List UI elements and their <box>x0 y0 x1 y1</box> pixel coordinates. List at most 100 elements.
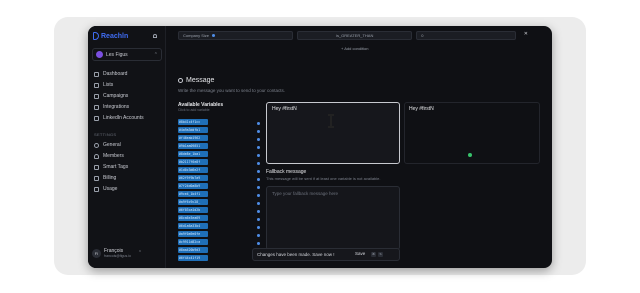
variable-chip[interactable]: #7f24d0a8b9 <box>178 183 208 189</box>
variable-chip[interactable]: #b2117f6e8f <box>178 159 208 165</box>
user-email: francois@figus.io <box>104 254 131 258</box>
variable-chip[interactable]: #f46eab1962 <box>178 135 208 141</box>
sidebar-item-integrations[interactable]: Integrations <box>94 103 129 111</box>
unsaved-changes-bar: Changes have been made. Save now ! Save … <box>252 248 400 261</box>
shortcut-key: S <box>378 252 383 257</box>
variable-chip[interactable]: #c9911d82ca <box>178 239 208 245</box>
status-dot-icon <box>257 234 260 237</box>
usage-icon <box>94 186 99 192</box>
save-button[interactable]: Save <box>355 251 365 256</box>
billing-icon <box>94 175 99 181</box>
sidebar-item-label: Campaigns <box>103 93 129 99</box>
logo-text: Reachln <box>101 32 129 40</box>
sidebar-item-campaigns[interactable]: Campaigns <box>94 92 128 100</box>
tag-icon <box>94 164 99 170</box>
bell-icon[interactable] <box>153 34 157 38</box>
status-dot-icon <box>257 154 260 157</box>
sidebar-item-label: Integrations <box>103 104 130 110</box>
message-preview: Hey #firstN <box>404 102 540 164</box>
members-icon <box>94 153 99 159</box>
variables-list: #8b41c4f1cc #4a9a3ddfb1 #f46eab1962 #9b1… <box>178 119 208 263</box>
sidebar-item-usage[interactable]: Usage <box>94 185 117 193</box>
filter-value: 0 <box>421 33 424 38</box>
variable-chip[interactable]: #6f03ca1d2b <box>178 207 208 213</box>
message-icon <box>178 78 183 83</box>
campaigns-icon <box>94 93 99 99</box>
variable-chip[interactable]: #6f44c41f19 <box>178 255 208 261</box>
sidebar-item-billing[interactable]: Billing <box>94 174 116 182</box>
lists-icon <box>94 82 99 88</box>
variable-chip[interactable]: #8de8e_1ba1 <box>178 151 208 157</box>
variable-chip[interactable]: #9ce4_1b4f1 <box>178 191 208 197</box>
variable-chip[interactable]: #a9f0a9e0fe <box>178 231 208 237</box>
fallback-message-input[interactable]: Type your fallback message here <box>266 186 400 250</box>
status-dot-icon <box>257 194 260 197</box>
variable-chip[interactable]: #1d0c3d6e2f <box>178 167 208 173</box>
workspace-avatar <box>96 51 103 58</box>
settings-section-label: SETTINGS <box>94 132 117 137</box>
message-section-title: Message <box>178 77 214 84</box>
filter-row: Company Size is_GREATER_THAN 0 ✕ <box>178 31 528 40</box>
logo-icon <box>93 32 99 40</box>
sidebar-item-label: Billing <box>103 175 117 181</box>
filter-operator-value: is_GREATER_THAN <box>336 33 374 38</box>
status-dot-icon <box>257 202 260 205</box>
text-cursor-icon <box>328 114 334 128</box>
status-dot-icon <box>257 210 260 213</box>
filter-operator-select[interactable]: is_GREATER_THAN <box>297 31 413 40</box>
app-logo[interactable]: Reachln <box>93 32 128 40</box>
sidebar-item-members[interactable]: Members <box>94 152 124 160</box>
text-cursor-cap-bottom <box>328 126 334 128</box>
status-dot-icon <box>257 162 260 165</box>
fallback-subtitle: This message will be sent if at least on… <box>266 176 381 181</box>
dashboard-icon <box>94 71 99 77</box>
variable-chip[interactable]: #8b41c4f1cc <box>178 119 208 125</box>
message-subtitle: Write the message you want to send to yo… <box>178 88 285 93</box>
user-menu[interactable]: FI François francois@figus.io ⌃ <box>92 248 142 258</box>
add-condition-button[interactable]: + Add condition <box>341 46 368 51</box>
app-window: Reachln Les Figus ⌃ Dashboard Lists Camp… <box>88 26 552 268</box>
sidebar-item-general[interactable]: General <box>94 141 121 149</box>
variable-chip[interactable]: #6d1a6a33b4 <box>178 223 208 229</box>
sidebar-item-lists[interactable]: Lists <box>94 81 113 89</box>
filter-field-select[interactable]: Company Size <box>178 31 294 40</box>
status-dot-icon <box>257 130 260 133</box>
status-dot-icon <box>257 218 260 221</box>
variable-chip[interactable]: #62f9f9b7a9 <box>178 175 208 181</box>
message-editor[interactable]: Hey #firstN <box>266 102 400 164</box>
sidebar-item-label: Dashboard <box>103 71 128 77</box>
variable-chip[interactable]: #8aa420b9d3 <box>178 247 208 253</box>
sidebar-item-label: Members <box>103 153 124 159</box>
filter-value-input[interactable]: 0 <box>416 31 516 40</box>
status-dot-icon <box>257 226 260 229</box>
variable-chip[interactable]: #9b1aa09851 <box>178 143 208 149</box>
main-content: Company Size is_GREATER_THAN 0 ✕ + Add c… <box>166 26 552 268</box>
integrations-icon <box>94 104 99 110</box>
sidebar-item-linkedin-accounts[interactable]: LinkedIn Accounts <box>94 114 144 122</box>
status-dot-icon <box>257 122 260 125</box>
status-dot-icon <box>257 178 260 181</box>
variable-chip[interactable]: #4a9a3ddfb1 <box>178 127 208 133</box>
variable-status-dots <box>257 122 260 250</box>
sidebar-item-label: Smart Tags <box>103 164 129 170</box>
close-icon[interactable]: ✕ <box>524 31 528 40</box>
status-dot-icon <box>257 242 260 245</box>
sidebar-item-label: Usage <box>103 186 118 192</box>
workspace-switcher[interactable]: Les Figus ⌃ <box>92 48 162 61</box>
variable-chip[interactable]: #a9f6c9c28_ <box>178 199 208 205</box>
status-dot-icon <box>257 186 260 189</box>
fallback-title: Fallback message <box>266 169 307 175</box>
sidebar-item-label: LinkedIn Accounts <box>103 115 144 121</box>
sidebar: Reachln Les Figus ⌃ Dashboard Lists Camp… <box>88 26 166 268</box>
gear-icon <box>94 142 99 148</box>
variables-subtitle: Click to add variable <box>178 108 210 112</box>
message-editor-value: Hey #firstN <box>272 106 297 112</box>
sidebar-item-smart-tags[interactable]: Smart Tags <box>94 163 128 171</box>
variable-chip[interactable]: #8ca6e3ea69 <box>178 215 208 221</box>
avatar: FI <box>92 248 101 258</box>
status-dot-icon <box>257 170 260 173</box>
chevron-updown-icon: ⌃ <box>137 250 143 256</box>
status-dot-icon <box>212 34 216 37</box>
workspace-name: Les Figus <box>106 51 128 58</box>
sidebar-item-dashboard[interactable]: Dashboard <box>94 70 127 78</box>
